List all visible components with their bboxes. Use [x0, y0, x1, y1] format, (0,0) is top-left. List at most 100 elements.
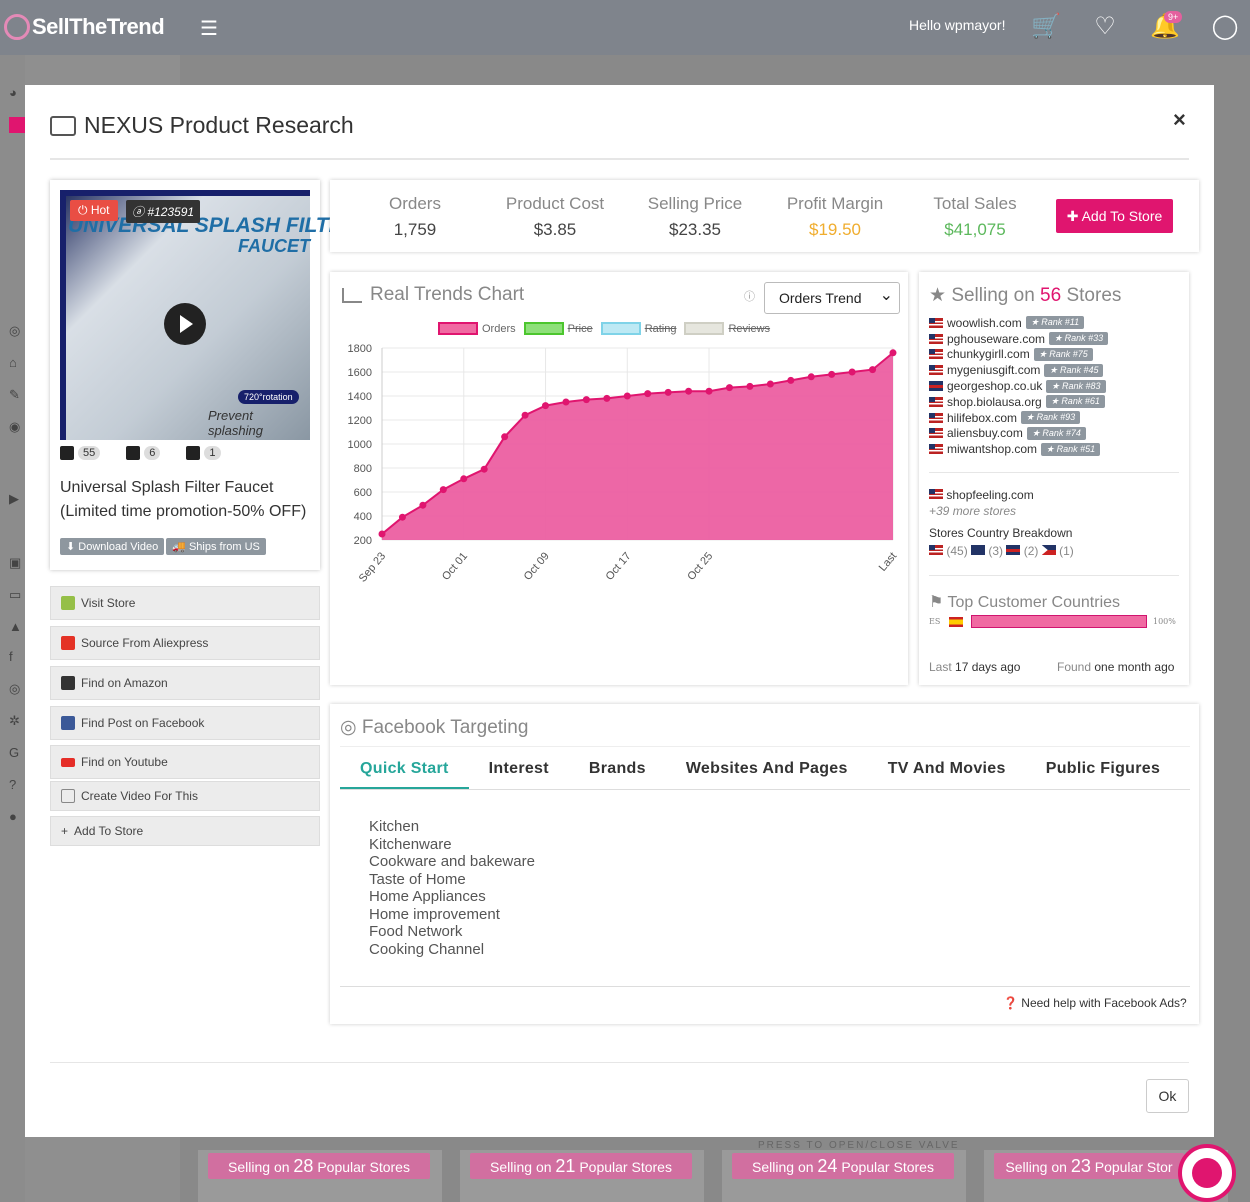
aliexpress-count: 6	[144, 446, 161, 460]
store-row[interactable]: hilifebox.com ★ Rank #93	[929, 410, 1108, 426]
store-rank-text: Rank #51	[1056, 443, 1096, 454]
store-row[interactable]: aliensbuy.com ★ Rank #74	[929, 426, 1108, 442]
google-icon[interactable]: G	[9, 745, 25, 761]
interest-item: Home improvement	[369, 905, 500, 923]
store-rank: ★ Rank #11	[1025, 316, 1085, 330]
orders-point	[582, 396, 590, 404]
add-to-store-side-button[interactable]: + Add To Store	[50, 816, 320, 846]
messenger-button[interactable]	[1178, 1144, 1236, 1202]
bg-selling-button[interactable]: Selling on 28 Popular Stores	[208, 1153, 430, 1179]
nexus-modal: NEXUS Product Research × UNIVERSAL SPLAS…	[25, 85, 1214, 1137]
play-icon[interactable]: ▶	[9, 491, 25, 507]
tab-interest[interactable]: Interest	[469, 747, 569, 789]
first-found: Found one month ago	[1057, 660, 1174, 674]
orders-point	[828, 370, 836, 378]
menu-icon[interactable]: ☰	[200, 16, 218, 41]
store-row[interactable]: woowlish.com ★ Rank #11	[929, 315, 1108, 331]
source-aliexpress-button[interactable]: Source From Aliexpress	[50, 626, 320, 660]
play-video-icon[interactable]	[164, 303, 206, 345]
tab-public-figures[interactable]: Public Figures	[1026, 747, 1180, 789]
tab-websites[interactable]: Websites And Pages	[666, 747, 868, 789]
bg-selling-count: 24	[817, 1156, 838, 1176]
chat-icon[interactable]: ●	[9, 809, 25, 825]
product-stats-bar: Orders 1,759 Product Cost $3.85 Selling Pr…	[330, 180, 1199, 252]
help-icon[interactable]: ?	[9, 777, 25, 793]
download-video-button[interactable]: ⬇ Download Video	[60, 538, 165, 555]
store-rank: ★ Rank #45	[1044, 363, 1104, 377]
divider	[929, 575, 1179, 576]
margin-value: $19.50	[809, 220, 861, 239]
logo[interactable]: SellTheTrend	[4, 14, 165, 40]
store-row[interactable]: chunkygirll.com ★ Rank #75	[929, 347, 1108, 363]
bg-selling-button[interactable]: Selling on 24 Popular Stores	[732, 1153, 954, 1179]
dashboard-icon[interactable]: ◕	[9, 85, 25, 101]
interest-list: Kitchen Kitchenware Cookware and bakeware T…	[369, 818, 535, 958]
heart-icon[interactable]: ♡	[1090, 12, 1120, 42]
breakdown-eu: (3)	[988, 544, 1004, 558]
facebook-icon	[61, 716, 75, 730]
extra-store[interactable]: shopfeeling.com	[929, 488, 1034, 502]
target-icon[interactable]: ◎	[9, 681, 25, 697]
tab-tv-movies[interactable]: TV And Movies	[868, 747, 1026, 789]
margin-stat: Profit Margin $19.50	[765, 194, 905, 240]
store-row[interactable]: miwantshop.com ★ Rank #51	[929, 441, 1108, 457]
globe-icon[interactable]: ◎	[9, 323, 25, 339]
trends-chart-panel: Real Trends Chart ⓘ Orders Trend Orders …	[330, 272, 908, 685]
tab-brands[interactable]: Brands	[569, 747, 666, 789]
top-countries-title: ⚑ Top Customer Countries	[929, 594, 1121, 611]
tab-quick-start[interactable]: Quick Start	[340, 747, 469, 789]
orders-point	[705, 387, 713, 395]
image-tagline: Prevent splashing	[208, 408, 263, 438]
ph-flag-icon	[1041, 545, 1056, 555]
facebook-help-link[interactable]: ❓ Need help with Facebook Ads?	[1003, 996, 1187, 1010]
find-youtube-button[interactable]: Find on Youtube	[50, 745, 320, 779]
store-row[interactable]: shop.biolausa.org ★ Rank #61	[929, 394, 1108, 410]
store-row[interactable]: mygeniusgift.com ★ Rank #45	[929, 362, 1108, 378]
store-domain: shop.biolausa.org	[947, 394, 1042, 409]
breakdown-uk: (2)	[1023, 544, 1039, 558]
facebook-icon[interactable]: f	[9, 649, 25, 665]
lifebuoy-icon[interactable]: ◉	[9, 419, 25, 435]
create-video-button[interactable]: Create Video For This	[50, 781, 320, 811]
youtube-icon[interactable]: ▭	[9, 587, 25, 603]
store-row[interactable]: pghouseware.com ★ Rank #33	[929, 331, 1109, 347]
bg-selling-button[interactable]: Selling on 21 Popular Stores	[470, 1153, 692, 1179]
add-to-store-button[interactable]: ✚ Add To Store	[1056, 199, 1173, 233]
us-flag-icon	[929, 545, 943, 555]
wrench-icon[interactable]: ✎	[9, 387, 25, 403]
bg-selling-button[interactable]: Selling on 23 Popular Stor	[994, 1153, 1184, 1179]
home-icon[interactable]: ⌂	[9, 355, 25, 371]
country-code: ES	[929, 617, 941, 626]
price-value: $23.35	[669, 220, 721, 239]
store-rank-text: Rank #33	[1064, 333, 1104, 344]
uk-flag-icon	[929, 381, 943, 392]
film-icon	[61, 789, 75, 803]
amazon-count: 1	[204, 446, 221, 460]
store-rank-text: Rank #83	[1061, 380, 1101, 391]
orders-label: Orders	[389, 194, 441, 213]
x-tick-label: Oct 09	[522, 550, 552, 583]
bag-icon[interactable]: ▣	[9, 555, 25, 571]
orders-point	[766, 380, 774, 388]
store-row[interactable]: georgeshop.co.uk ★ Rank #83	[929, 378, 1108, 394]
cart-icon[interactable]: 🛒	[1031, 12, 1061, 42]
orders-stat: Orders 1,759	[345, 194, 485, 240]
bg-selling-prefix: Selling on	[1005, 1159, 1067, 1175]
graduation-icon[interactable]: ▲	[9, 619, 25, 635]
us-flag-icon	[929, 444, 943, 455]
last-seen: Last 17 days ago	[929, 660, 1020, 674]
find-facebook-button[interactable]: Find Post on Facebook	[50, 706, 320, 740]
gears-icon[interactable]: ✲	[9, 713, 25, 729]
product-image[interactable]: UNIVERSAL SPLASH FILTER FAUCET 720°rotat…	[60, 190, 358, 440]
ok-button[interactable]: Ok	[1146, 1079, 1189, 1113]
user-icon[interactable]: ◯	[1210, 12, 1240, 42]
visit-store-button[interactable]: Visit Store	[50, 586, 320, 620]
orders-area	[382, 352, 893, 540]
find-amazon-button[interactable]: Find on Amazon	[50, 666, 320, 700]
nexus-icon[interactable]	[9, 117, 25, 133]
more-stores-link[interactable]: +39 more stores	[929, 504, 1016, 518]
visit-store-label: Visit Store	[81, 596, 136, 610]
close-button[interactable]: ×	[1173, 107, 1186, 133]
total-sales-value: $41,075	[944, 220, 1006, 239]
y-tick-label: 1800	[348, 343, 372, 355]
